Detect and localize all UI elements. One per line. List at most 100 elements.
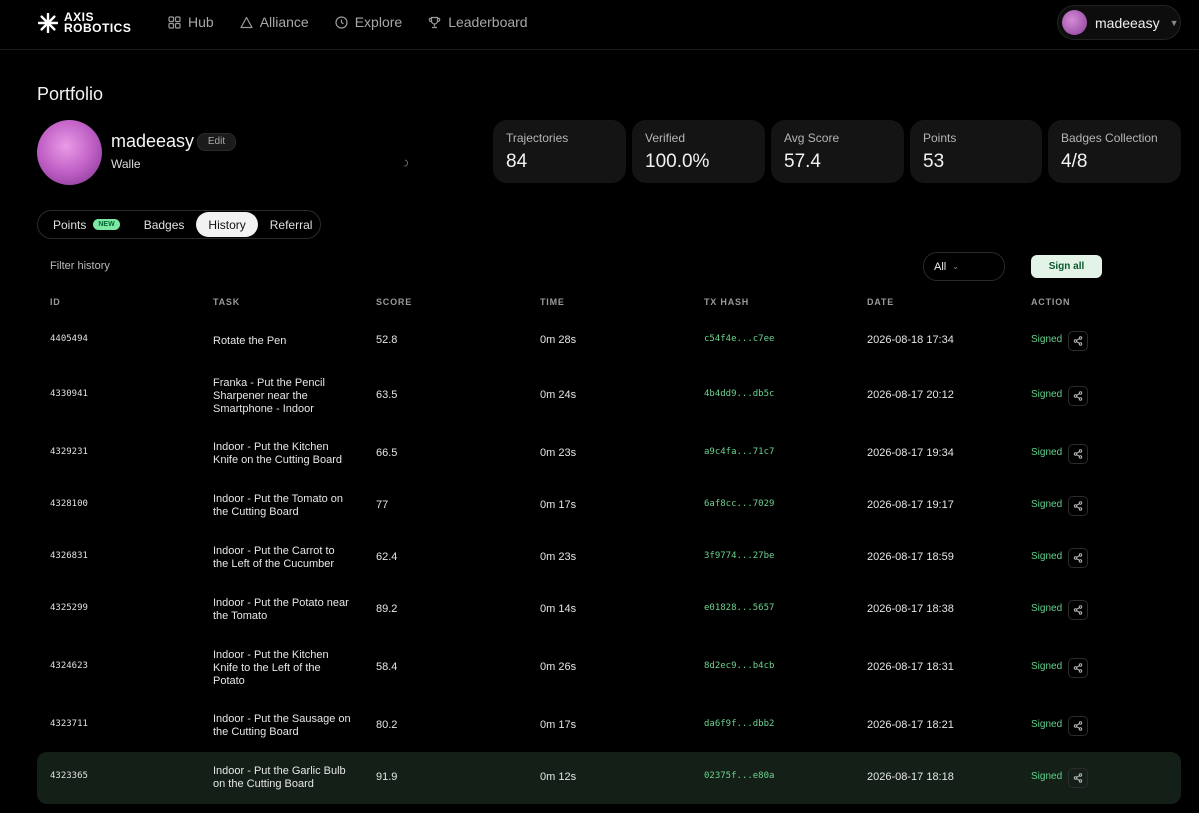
sign-all-button[interactable]: Sign all [1031, 255, 1102, 278]
user-menu-button[interactable]: madeeasy ▼ [1057, 5, 1181, 40]
task-cell: Indoor - Put the Carrot to the Left of t… [213, 545, 335, 570]
column-header-task: TASK [213, 297, 241, 307]
share-button[interactable] [1068, 716, 1088, 736]
time-cell: 0m 26s [540, 661, 577, 673]
share-button[interactable] [1068, 496, 1088, 516]
score-cell: 77 [376, 499, 389, 511]
tx-hash-cell[interactable]: e01828...5657 [704, 603, 774, 613]
nav-item-explore[interactable]: Explore [335, 14, 402, 30]
time-cell: 0m 12s [540, 771, 577, 783]
share-button[interactable] [1068, 768, 1088, 788]
stat-value: 53 [923, 151, 945, 172]
wallet-label: Wallet [111, 157, 144, 171]
column-header-txhash: TX HASH [704, 297, 750, 307]
share-icon [1073, 336, 1083, 346]
action-status: Signed [1031, 771, 1063, 782]
nav-item-label: Hub [188, 14, 214, 30]
share-button[interactable] [1068, 331, 1088, 351]
tx-hash-cell[interactable]: 3f9774...27be [704, 551, 774, 561]
stat-card-verified: Verified 100.0% [632, 120, 765, 183]
stat-value: 84 [506, 151, 528, 172]
action-status: Signed [1031, 661, 1063, 672]
nav-item-label: Leaderboard [448, 14, 528, 30]
table-row[interactable]: 4405494 Rotate the Pen 52.8 0m 28s c54f4e...… [37, 322, 1181, 360]
table-row[interactable]: 4330941 Franka - Put the Pencil Sharpener… [37, 367, 1181, 425]
tab-history[interactable]: History [196, 212, 258, 237]
tx-hash-cell[interactable]: 02375f...e80a [704, 771, 774, 781]
nav-item-hub[interactable]: Hub [168, 14, 214, 30]
column-header-action: ACTION [1031, 297, 1071, 307]
action-status: Signed [1031, 447, 1063, 458]
date-cell: 2026-08-17 19:34 [867, 447, 954, 459]
stat-card-badges-collection: Badges Collection 4/8 [1048, 120, 1181, 183]
nav-item-alliance[interactable]: Alliance [240, 14, 309, 30]
table-row[interactable]: 4324623 Indoor - Put the Kitchen Knife to… [37, 638, 1181, 698]
share-button[interactable] [1068, 658, 1088, 678]
action-status: Signed [1031, 719, 1063, 730]
tx-hash-cell[interactable]: 4b4dd9...db5c [704, 389, 774, 399]
stat-label: Verified [645, 131, 686, 145]
table-row[interactable]: 4325299 Indoor - Put the Potato near the … [37, 586, 1181, 634]
chevron-down-icon: ⌄ [952, 262, 959, 271]
tab-badges[interactable]: Badges [132, 212, 197, 237]
time-cell: 0m 28s [540, 334, 577, 346]
task-cell: Indoor - Put the Tomato on the Cutting B… [213, 493, 344, 518]
tab-referral[interactable]: Referral [258, 212, 325, 237]
action-status: Signed [1031, 603, 1063, 614]
filter-history-label: Filter history [50, 260, 110, 272]
main-nav: Hub Alliance Explore Leaderboard [168, 14, 528, 30]
history-filter-select[interactable]: All ⌄ [923, 252, 1005, 281]
share-button[interactable] [1068, 444, 1088, 464]
nav-item-leaderboard[interactable]: Leaderboard [428, 14, 528, 30]
action-status: Signed [1031, 334, 1063, 345]
compass-icon [335, 15, 348, 29]
stat-label: Avg Score [784, 131, 840, 145]
table-row[interactable]: 4323711 Indoor - Put the Sausage on the C… [37, 702, 1181, 750]
tx-hash-cell[interactable]: a9c4fa...71c7 [704, 447, 774, 457]
task-cell: Indoor - Put the Garlic Bulb on the Cutt… [213, 765, 346, 790]
grid-icon [168, 15, 181, 29]
score-cell: 89.2 [376, 603, 398, 615]
table-row[interactable]: 4326831 Indoor - Put the Carrot to the Le… [37, 534, 1181, 582]
column-header-time: TIME [540, 297, 565, 307]
share-button[interactable] [1068, 548, 1088, 568]
table-row[interactable]: 4328100 Indoor - Put the Tomato on the Cu… [37, 482, 1181, 530]
action-status: Signed [1031, 499, 1063, 510]
tx-hash-cell[interactable]: 6af8cc...7029 [704, 499, 774, 509]
filter-value: All [934, 260, 947, 273]
tab-points[interactable]: Points NEW [41, 212, 132, 237]
share-icon [1073, 449, 1083, 459]
table-row[interactable]: 4323365 Indoor - Put the Garlic Bulb on t… [37, 752, 1181, 804]
tab-label: Badges [143, 217, 185, 232]
brand-logo[interactable]: AXIS ROBOTICS [38, 10, 132, 35]
tx-hash-cell[interactable]: da6f9f...dbb2 [704, 719, 774, 729]
score-cell: 58.4 [376, 661, 398, 673]
share-button[interactable] [1068, 386, 1088, 406]
tx-hash-cell[interactable]: 8d2ec9...b4cb [704, 661, 774, 671]
trophy-icon [428, 16, 441, 28]
share-button[interactable] [1068, 600, 1088, 620]
time-cell: 0m 17s [540, 499, 577, 511]
column-header-date: DATE [867, 297, 895, 307]
wallet-redaction-scribble [140, 151, 410, 175]
axis-logo-icon [38, 13, 58, 33]
nav-item-label: Explore [354, 14, 403, 30]
id-cell: 4324623 [50, 661, 88, 671]
table-row[interactable]: 4329231 Indoor - Put the Kitchen Knife on… [37, 430, 1181, 478]
user-name: madeeasy [1095, 14, 1160, 31]
task-cell: Rotate the Pen [213, 334, 287, 347]
date-cell: 2026-08-17 20:12 [867, 389, 954, 401]
share-icon [1073, 605, 1083, 615]
tab-label: Referral [269, 217, 313, 232]
time-cell: 0m 23s [540, 447, 577, 459]
edit-profile-button[interactable]: Edit [197, 133, 236, 151]
profile-name: madeeasy [111, 131, 195, 151]
brand-name: AXIS ROBOTICS [64, 10, 132, 35]
column-header-score: SCORE [376, 297, 413, 307]
action-status: Signed [1031, 389, 1063, 400]
tab-label: Points [53, 217, 87, 232]
caret-down-icon: ▼ [1169, 17, 1179, 28]
time-cell: 0m 24s [540, 389, 577, 401]
tx-hash-cell[interactable]: c54f4e...c7ee [704, 334, 774, 344]
nav-item-label: Alliance [259, 14, 309, 30]
